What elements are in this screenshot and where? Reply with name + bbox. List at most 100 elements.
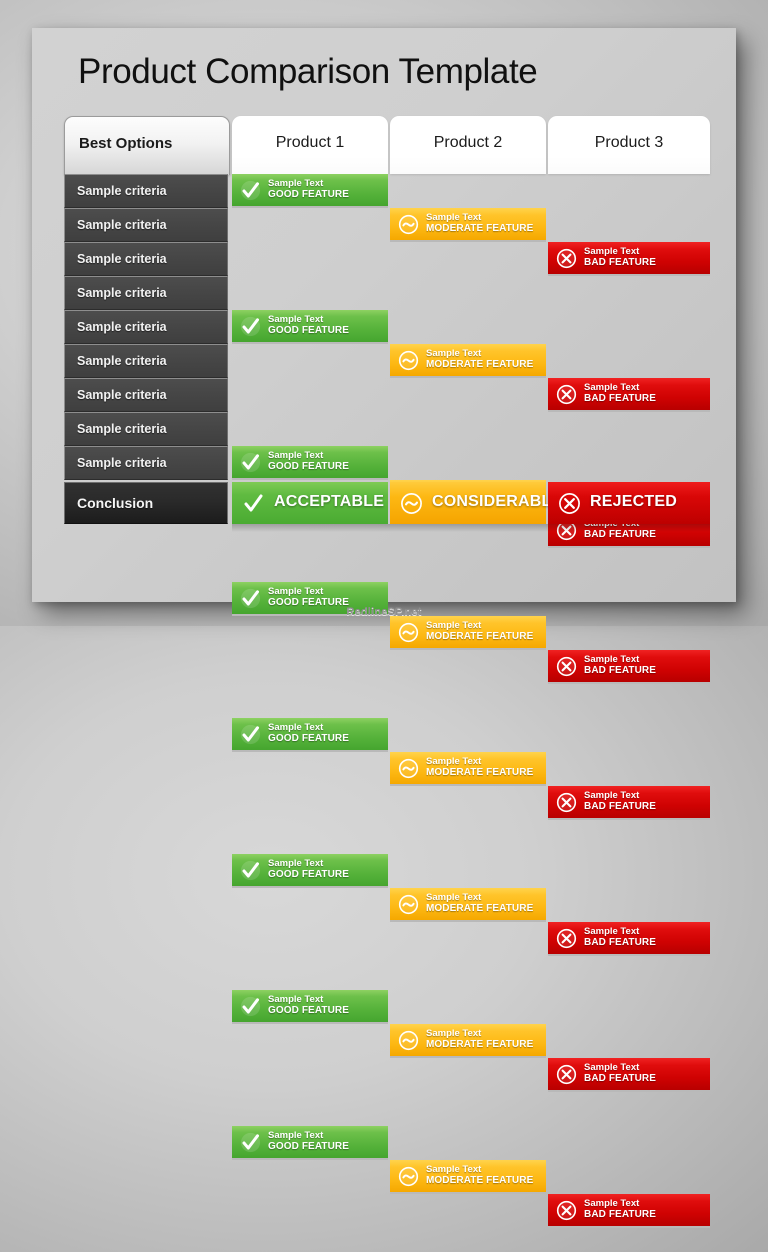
criteria-cell[interactable]: Sample criteria (64, 344, 228, 378)
rating-cell-product-1[interactable]: Sample Text GOOD FEATURE (232, 1126, 388, 1160)
rating-text: Sample TextBAD FEATURE (584, 382, 656, 405)
header-label-best-options: Best Options (79, 135, 173, 152)
criteria-cell[interactable]: Sample criteria (64, 310, 228, 344)
header-label-product-1: Product 1 (275, 134, 345, 151)
rating-verdict-text: BAD FEATURE (584, 1073, 657, 1085)
rating-cell-product-2[interactable]: Sample TextMODERATE FEATURE (390, 1024, 546, 1058)
table-header-criteria[interactable]: Best Options (64, 116, 230, 175)
rating-cell-product-2[interactable]: Sample TextMODERATE FEATURE (390, 208, 546, 242)
rating-verdict-text: BAD FEATURE (584, 801, 657, 813)
rating-sample-text: Sample Text (584, 382, 640, 393)
rating-sample-text: Sample Text (268, 586, 324, 597)
rating-sample-text: Sample Text (584, 654, 640, 665)
cross-icon (558, 492, 581, 515)
check-icon (240, 860, 261, 881)
header-label-product-2: Product 2 (433, 134, 503, 151)
check-icon (240, 1132, 261, 1153)
tilde-icon (398, 1166, 419, 1187)
rating-text: Sample Text GOOD FEATURE (268, 314, 349, 337)
rating-text: Sample TextMODERATE FEATURE (426, 620, 533, 643)
watermark: RedlineSP.net (346, 606, 422, 618)
check-icon (240, 180, 261, 201)
table-header-product-3[interactable]: Product 3 (548, 116, 710, 174)
criteria-label: Sample criteria (77, 388, 167, 402)
cross-icon (556, 792, 577, 813)
rating-sample-text: Sample Text (426, 892, 482, 903)
rating-cell-product-3[interactable]: Sample TextBAD FEATURE (548, 922, 710, 956)
rating-sample-text: Sample Text (268, 858, 324, 869)
rating-cell-product-2[interactable]: Sample TextMODERATE FEATURE (390, 888, 546, 922)
rating-verdict-text: MODERATE FEATURE (426, 1039, 534, 1051)
criteria-cell[interactable]: Sample criteria (64, 276, 228, 310)
rating-text: Sample Text GOOD FEATURE (268, 1130, 349, 1153)
rating-sample-text: Sample Text (584, 926, 640, 937)
cross-icon (556, 248, 577, 269)
rating-cell-product-3[interactable]: Sample TextBAD FEATURE (548, 1058, 710, 1092)
rating-text: Sample Text GOOD FEATURE (268, 178, 349, 201)
rating-cell-product-3[interactable]: Sample TextBAD FEATURE (548, 786, 710, 820)
conclusion-cell-product-3[interactable]: REJECTED (548, 482, 710, 524)
criteria-cell[interactable]: Sample criteria (64, 174, 228, 208)
conclusion-label: Conclusion (77, 495, 154, 511)
criteria-cell[interactable]: Sample criteria (64, 412, 228, 446)
rating-verdict-text: MODERATE FEATURE (426, 1175, 534, 1187)
rating-cell-product-1[interactable]: Sample Text GOOD FEATURE (232, 174, 388, 208)
rating-cell-product-3[interactable]: Sample TextBAD FEATURE (548, 1194, 710, 1228)
rating-verdict-text: BAD FEATURE (584, 393, 657, 405)
criteria-cell[interactable]: Sample criteria (64, 208, 228, 242)
table-header-product-1[interactable]: Product 1 (232, 116, 388, 174)
criteria-cell[interactable]: Sample criteria (64, 446, 228, 480)
rating-sample-text: Sample Text (584, 1198, 640, 1209)
criteria-label: Sample criteria (77, 286, 167, 300)
rating-text: Sample TextBAD FEATURE (584, 246, 656, 269)
rating-cell-product-2[interactable]: Sample TextMODERATE FEATURE (390, 616, 546, 650)
rating-cell-product-1[interactable]: Sample Text GOOD FEATURE (232, 310, 388, 344)
rating-verdict-text: MODERATE FEATURE (426, 359, 534, 371)
rating-verdict-text: BAD FEATURE (584, 257, 657, 269)
rating-sample-text: Sample Text (426, 756, 482, 767)
rating-cell-product-1[interactable]: Sample Text GOOD FEATURE (232, 854, 388, 888)
conclusion-cell-product-2[interactable]: CONSIDERABLE (390, 482, 562, 524)
rating-verdict-text: MODERATE FEATURE (426, 903, 534, 915)
criteria-label: Sample criteria (77, 354, 167, 368)
tilde-icon (398, 350, 419, 371)
rating-verdict-text: MODERATE FEATURE (426, 767, 534, 779)
rating-cell-product-2[interactable]: Sample TextMODERATE FEATURE (390, 1160, 546, 1194)
rating-sample-text: Sample Text (268, 314, 324, 325)
rating-cell-product-2[interactable]: Sample TextMODERATE FEATURE (390, 752, 546, 786)
rating-text: Sample Text GOOD FEATURE (268, 450, 349, 473)
rating-cell-product-3[interactable]: Sample TextBAD FEATURE (548, 378, 710, 412)
rating-cell-product-1[interactable]: Sample Text GOOD FEATURE (232, 446, 388, 480)
rating-verdict-text: BAD FEATURE (584, 665, 657, 677)
conclusion-row-shadow (232, 524, 710, 532)
check-icon (242, 492, 265, 515)
rating-sample-text: Sample Text (584, 1062, 640, 1073)
conclusion-cell-product-1[interactable]: ACCEPTABLE (232, 482, 388, 524)
rating-verdict-text: GOOD FEATURE (268, 325, 350, 337)
rating-cell-product-2[interactable]: Sample TextMODERATE FEATURE (390, 344, 546, 378)
rating-cell-product-1[interactable]: Sample Text GOOD FEATURE (232, 718, 388, 752)
check-icon (240, 996, 261, 1017)
rating-text: Sample TextMODERATE FEATURE (426, 756, 533, 779)
rating-verdict-text: GOOD FEATURE (268, 869, 350, 881)
criteria-cell[interactable]: Sample criteria (64, 242, 228, 276)
rating-cell-product-1[interactable]: Sample Text GOOD FEATURE (232, 990, 388, 1024)
rating-sample-text: Sample Text (584, 790, 640, 801)
rating-verdict-text: GOOD FEATURE (268, 733, 350, 745)
slide-panel: Product Comparison Template Best Options… (32, 28, 736, 1228)
tilde-icon (398, 758, 419, 779)
criteria-cell[interactable]: Sample criteria (64, 378, 228, 412)
rating-text: Sample TextBAD FEATURE (584, 1198, 656, 1221)
tilde-icon (398, 622, 419, 643)
tilde-icon (398, 894, 419, 915)
criteria-label: Sample criteria (77, 218, 167, 232)
rating-cell-product-3[interactable]: Sample TextBAD FEATURE (548, 650, 710, 684)
rating-verdict-text: BAD FEATURE (584, 937, 657, 949)
rating-cell-product-3[interactable]: Sample TextBAD FEATURE (548, 242, 710, 276)
rating-verdict-text: GOOD FEATURE (268, 1141, 350, 1153)
cross-icon (556, 928, 577, 949)
rating-text: Sample TextMODERATE FEATURE (426, 1164, 533, 1187)
check-icon (240, 452, 261, 473)
rating-sample-text: Sample Text (426, 1164, 482, 1175)
table-header-product-2[interactable]: Product 2 (390, 116, 546, 174)
